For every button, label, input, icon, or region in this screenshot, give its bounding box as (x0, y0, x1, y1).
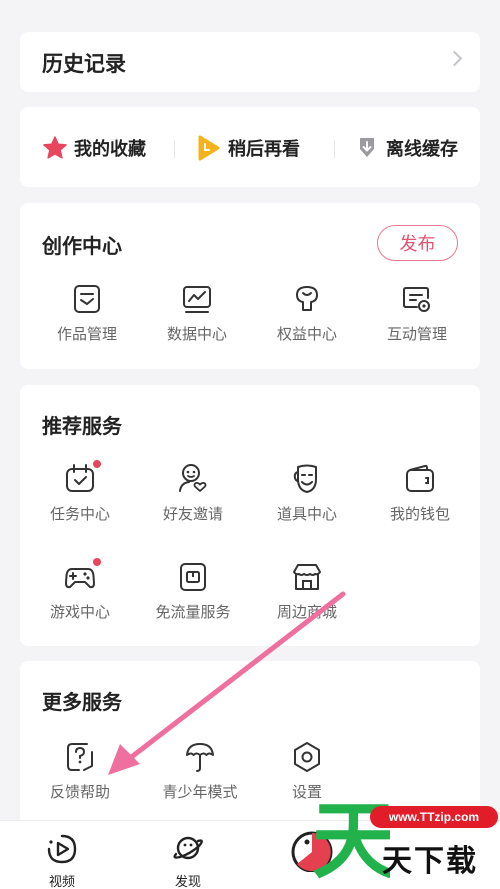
more-services-title: 更多服务 (42, 690, 122, 714)
game-center-label: 游戏中心 (49, 603, 110, 621)
interaction-management-label: 互动管理 (386, 325, 447, 343)
merch-store-item[interactable]: 周边商城 (252, 561, 362, 631)
store-icon (293, 564, 321, 590)
invite-friends-item[interactable]: 好友邀请 (138, 463, 248, 533)
game-center-item[interactable]: 游戏中心 (25, 558, 135, 631)
favorites-button[interactable]: 我的收藏 (42, 134, 146, 162)
offline-cache-label: 离线缓存 (386, 139, 458, 160)
teen-mode-label: 青少年模式 (162, 783, 238, 801)
nav-video-label: 视频 (48, 875, 75, 889)
free-data-service-item[interactable]: 免流量服务 (138, 561, 248, 631)
planet-icon (173, 836, 203, 860)
benefit-center-label: 权益中心 (276, 325, 337, 343)
watch-later-label: 稍后再看 (228, 139, 300, 160)
notification-dot (93, 460, 101, 468)
chevron-right-icon (446, 50, 463, 67)
recommended-services-card: 推荐服务 任务中心 好友邀请 道具中心 我的钱包 游戏中心 免流量服务 周边商城 (20, 385, 480, 646)
feedback-icon (67, 743, 93, 771)
props-center-item[interactable]: 道具中心 (252, 463, 362, 533)
feedback-help-label: 反馈帮助 (49, 783, 110, 801)
sim-card-icon (180, 563, 206, 591)
task-center-item[interactable]: 任务中心 (25, 460, 135, 533)
works-management-label: 作品管理 (56, 325, 117, 343)
publish-button[interactable]: 发布 (377, 225, 458, 261)
free-data-service-label: 免流量服务 (155, 603, 231, 621)
nav-discover-tab[interactable]: 发现 (158, 831, 218, 889)
notification-dot (93, 558, 101, 566)
video-icon (47, 834, 77, 864)
history-card[interactable]: 历史记录 (20, 32, 480, 92)
benefit-icon (296, 286, 318, 311)
umbrella-icon (186, 743, 214, 772)
data-center-item[interactable]: 数据中心 (142, 283, 252, 353)
props-center-label: 道具中心 (276, 505, 337, 523)
recommended-services-title: 推荐服务 (42, 414, 122, 438)
merch-store-label: 周边商城 (276, 603, 337, 621)
interaction-icon (403, 287, 430, 312)
quick-actions-card: 我的收藏 稍后再看 离线缓存 (20, 107, 480, 187)
benefit-center-item[interactable]: 权益中心 (252, 283, 362, 353)
invite-friends-label: 好友邀请 (162, 505, 223, 523)
invite-friend-icon (179, 464, 207, 492)
gamepad-icon (65, 568, 95, 589)
nav-discover-label: 发现 (174, 875, 201, 889)
works-icon (74, 285, 100, 313)
my-wallet-item[interactable]: 我的钱包 (365, 463, 475, 533)
data-chart-icon (183, 286, 211, 313)
settings-icon (294, 742, 320, 772)
watermark-site: www.TTzip.com (370, 806, 498, 828)
interaction-management-item[interactable]: 互动管理 (362, 283, 472, 353)
creation-center-title: 创作中心 (42, 234, 122, 258)
watermark-text: 天下载 (382, 844, 478, 879)
favorites-label: 我的收藏 (74, 139, 146, 160)
feedback-help-item[interactable]: 反馈帮助 (25, 741, 135, 811)
task-center-label: 任务中心 (49, 505, 110, 523)
calendar-check-icon (66, 464, 94, 492)
data-center-label: 数据中心 (166, 325, 227, 343)
download-icon (360, 138, 374, 157)
offline-cache-button[interactable]: 离线缓存 (354, 134, 458, 162)
watch-later-button[interactable]: 稍后再看 (196, 134, 300, 162)
play-clock-icon (198, 135, 220, 161)
divider (334, 140, 335, 158)
divider (174, 140, 175, 158)
history-title: 历史记录 (42, 52, 126, 76)
teen-mode-item[interactable]: 青少年模式 (145, 741, 255, 811)
my-wallet-label: 我的钱包 (389, 505, 450, 523)
star-icon (43, 136, 67, 159)
watermark: 天 www.TTzip.com 天下载 (310, 792, 500, 889)
nav-video-tab[interactable]: 视频 (32, 831, 92, 889)
works-management-item[interactable]: 作品管理 (32, 283, 142, 353)
creation-center-card: 创作中心 发布 作品管理 数据中心 权益中心 互动管理 (20, 203, 480, 369)
mask-icon (293, 464, 317, 493)
wallet-icon (406, 464, 434, 492)
